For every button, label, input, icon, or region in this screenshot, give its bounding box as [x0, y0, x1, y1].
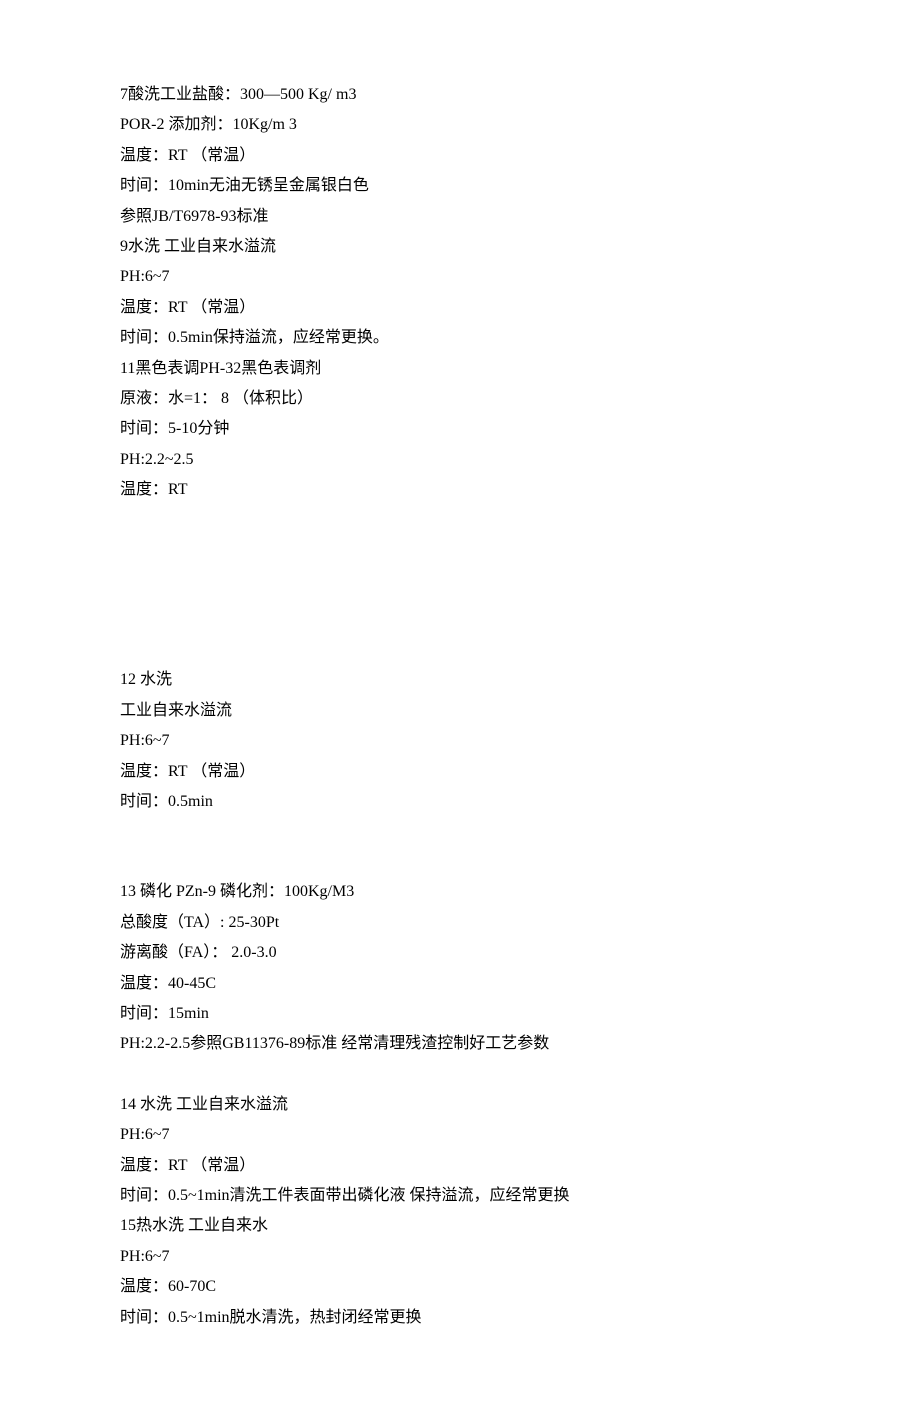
spacing-gap: [120, 817, 800, 877]
text-line: PH:6~7: [120, 1120, 800, 1150]
text-line: POR-2 添加剂：10Kg/m 3: [120, 110, 800, 140]
text-line: PH:6~7: [120, 1242, 800, 1272]
text-line: 总酸度（TA）: 25-30Pt: [120, 908, 800, 938]
text-line: PH:2.2~2.5: [120, 445, 800, 475]
section-14-15: 14 水洗 工业自来水溢流 PH:6~7 温度：RT （常温） 时间：0.5~1…: [120, 1090, 800, 1333]
section-13: 13 磷化 PZn-9 磷化剂：100Kg/M3 总酸度（TA）: 25-30P…: [120, 877, 800, 1059]
text-line: 温度：RT （常温）: [120, 141, 800, 171]
text-line: 温度：RT （常温）: [120, 757, 800, 787]
text-line: 时间：0.5min: [120, 787, 800, 817]
text-line: 温度：60-70C: [120, 1272, 800, 1302]
text-line: 温度：RT （常温）: [120, 293, 800, 323]
text-line: 工业自来水溢流: [120, 696, 800, 726]
spacing-gap: [120, 1060, 800, 1090]
text-line: 时间：5-10分钟: [120, 414, 800, 444]
text-line: 时间：10min无油无锈呈金属银白色: [120, 171, 800, 201]
text-line: 9水洗 工业自来水溢流: [120, 232, 800, 262]
text-line: 温度：40-45C: [120, 969, 800, 999]
text-line: 14 水洗 工业自来水溢流: [120, 1090, 800, 1120]
text-line: 时间：0.5~1min脱水清洗，热封闭经常更换: [120, 1303, 800, 1333]
text-line: 12 水洗: [120, 665, 800, 695]
text-line: 温度：RT: [120, 475, 800, 505]
text-line: 15热水洗 工业自来水: [120, 1211, 800, 1241]
spacing-gap: [120, 505, 800, 665]
text-line: 时间：15min: [120, 999, 800, 1029]
section-7-9-11: 7酸洗工业盐酸：300—500 Kg/ m3 POR-2 添加剂：10Kg/m …: [120, 80, 800, 505]
text-line: 7酸洗工业盐酸：300—500 Kg/ m3: [120, 80, 800, 110]
text-line: PH:6~7: [120, 262, 800, 292]
text-line: 时间：0.5min保持溢流，应经常更换。: [120, 323, 800, 353]
section-12: 12 水洗 工业自来水溢流 PH:6~7 温度：RT （常温） 时间：0.5mi…: [120, 665, 800, 817]
text-line: 时间：0.5~1min清洗工件表面带出磷化液 保持溢流，应经常更换: [120, 1181, 800, 1211]
text-line: PH:6~7: [120, 726, 800, 756]
text-line: 原液：水=1： 8 （体积比）: [120, 384, 800, 414]
text-line: 11黑色表调PH-32黑色表调剂: [120, 354, 800, 384]
text-line: 参照JB/T6978-93标准: [120, 202, 800, 232]
text-line: 温度：RT （常温）: [120, 1151, 800, 1181]
text-line: 13 磷化 PZn-9 磷化剂：100Kg/M3: [120, 877, 800, 907]
text-line: PH:2.2-2.5参照GB11376-89标准 经常清理残渣控制好工艺参数: [120, 1029, 800, 1059]
text-line: 游离酸（FA）： 2.0-3.0: [120, 938, 800, 968]
